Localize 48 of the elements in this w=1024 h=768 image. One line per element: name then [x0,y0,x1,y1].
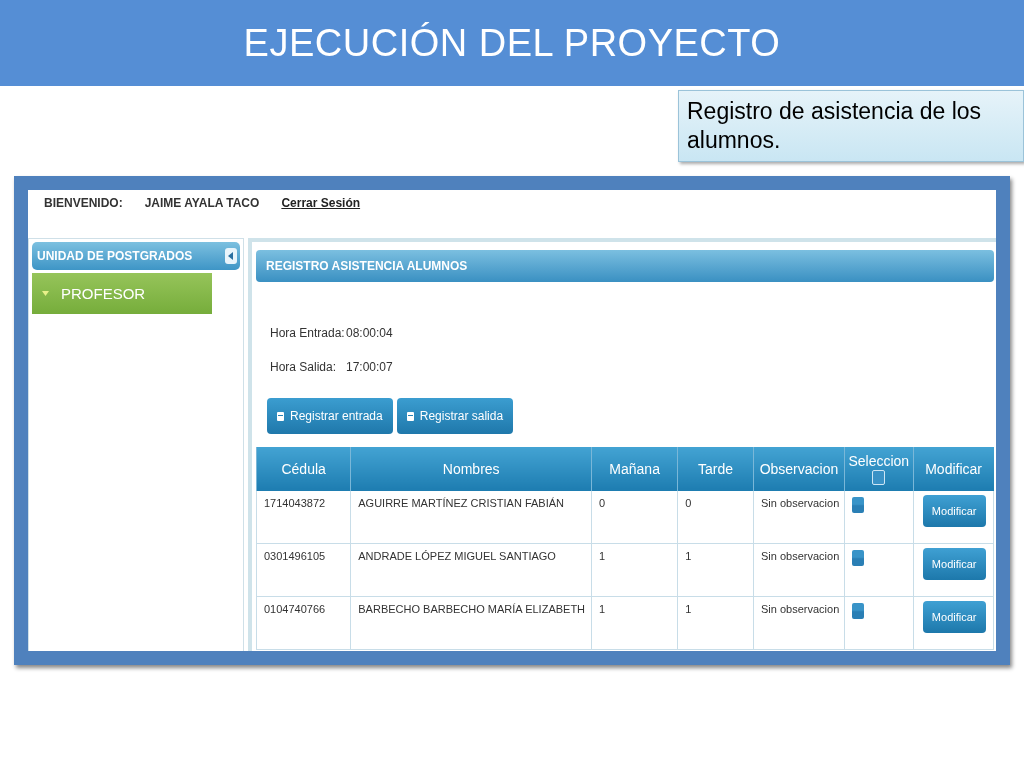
table-cell: ANDRADE LÓPEZ MIGUEL SANTIAGO [350,543,592,597]
row-checkbox[interactable] [851,497,864,513]
welcome-label: BIENVENIDO: [44,196,123,210]
column-header: Observacion [753,447,845,491]
table-cell: AGUIRRE MARTÍNEZ CRISTIAN FABIÁN [350,491,592,544]
row-checkbox[interactable] [851,603,864,619]
table-cell: 1 [591,596,678,650]
row-checkbox[interactable] [851,550,864,566]
table-cell: 0104740766 [256,596,351,650]
slide-title: EJECUCIÓN DEL PROYECTO [243,21,781,65]
select-all-checkbox[interactable] [872,470,886,485]
table-cell: 0301496105 [256,543,351,597]
callout-box: Registro de asistencia de los alumnos. [678,90,1024,162]
table-cell: Sin observacion [753,543,845,597]
save-icon [406,411,414,421]
modify-button[interactable]: Modificar [922,548,986,580]
sidebar-item[interactable]: PROFESOR [32,273,212,314]
save-icon [277,411,284,421]
collapse-button[interactable] [225,248,237,264]
table-cell: 1 [677,596,754,650]
register-button[interactable]: Registrar salida [396,398,514,434]
column-header: Cédula [256,447,351,491]
field-value: 17:00:07 [346,360,393,374]
table-cell: 1 [677,543,754,597]
modify-button[interactable]: Modificar [922,601,986,633]
table-cell: BARBECHO BARBECHO MARÍA ELIZABETH [350,596,592,650]
panel-title: REGISTRO ASISTENCIA ALUMNOS [266,259,468,273]
register-button[interactable]: Registrar entrada [267,398,393,434]
column-header: Mañana [591,447,678,491]
column-header: Seleccion [848,453,910,469]
table-cell: 1 [591,543,678,597]
column-header: Nombres [350,447,592,491]
table-cell: 0 [677,491,754,544]
modify-button[interactable]: Modificar [922,495,986,527]
field-value: 08:00:04 [346,326,393,340]
table-cell: Sin observacion [753,596,845,650]
field-label: Hora Salida: [270,360,338,374]
sidebar-title: UNIDAD DE POSTGRADOS [37,249,193,263]
column-header: Modificar [913,447,994,491]
field-label: Hora Entrada: [270,326,346,340]
table-cell: 0 [591,491,678,544]
table-cell: Sin observacion [753,491,845,544]
caret-icon [42,291,49,296]
user-name: JAIME AYALA TACO [144,196,260,210]
left-arrow-icon [228,252,234,260]
table-cell: 1714043872 [256,491,351,544]
logout-link[interactable]: Cerrar Sesión [281,196,361,210]
column-header: Tarde [677,447,754,491]
